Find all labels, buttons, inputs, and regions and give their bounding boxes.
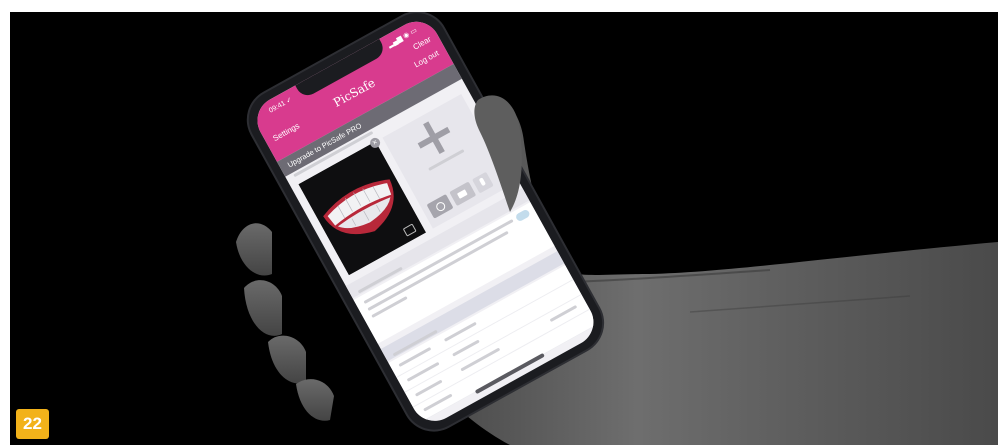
photograph: 09:41 ✓ ▂▄▆ ◉ ▭ Settings PicSafe Clear L… bbox=[10, 12, 998, 445]
figure-number-badge: 22 bbox=[16, 409, 49, 439]
photo-frame: 09:41 ✓ ▂▄▆ ◉ ▭ Settings PicSafe Clear L… bbox=[0, 0, 998, 447]
thumb bbox=[474, 95, 522, 212]
